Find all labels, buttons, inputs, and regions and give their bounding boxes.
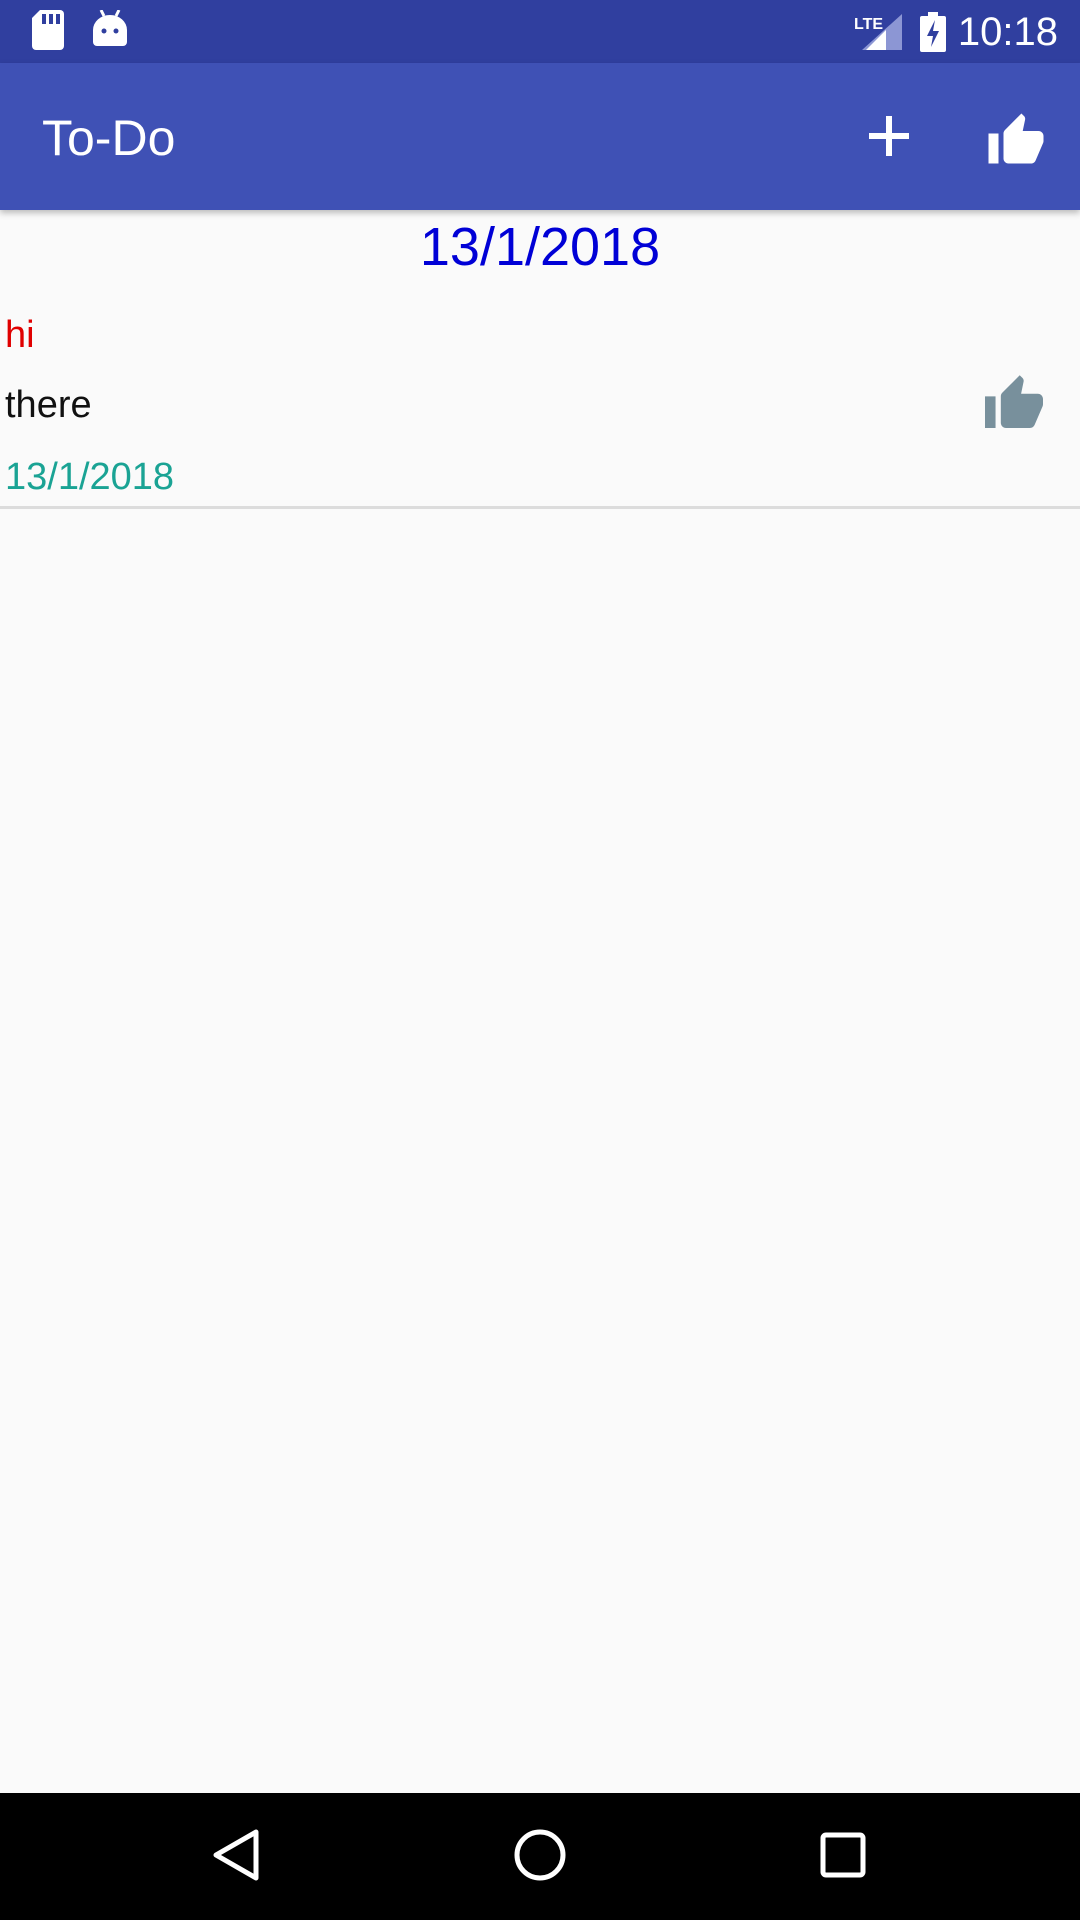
sd-card-icon	[32, 10, 64, 55]
app-bar: To-Do	[0, 63, 1080, 210]
navigation-bar	[0, 1793, 1080, 1920]
status-bar: LTE 10:18	[0, 0, 1080, 63]
recents-button[interactable]	[801, 1815, 885, 1899]
plus-icon	[869, 115, 909, 161]
android-icon	[93, 9, 127, 51]
home-icon	[513, 1828, 567, 1887]
add-button[interactable]	[841, 90, 937, 186]
home-button[interactable]	[498, 1815, 582, 1899]
app-title: To-Do	[42, 110, 176, 166]
thumbs-up-icon	[986, 108, 1046, 169]
back-icon	[212, 1828, 260, 1887]
item-date: 13/1/2018	[5, 456, 175, 498]
header-date: 13/1/2018	[419, 217, 661, 277]
like-button[interactable]	[968, 90, 1064, 186]
signal-icon	[862, 14, 902, 55]
status-time: 10:18	[957, 10, 1058, 54]
battery-charging-icon	[920, 12, 946, 57]
item-description: there	[5, 384, 92, 426]
back-button[interactable]	[194, 1815, 278, 1899]
list-item[interactable]: hi there 13/1/2018	[0, 305, 1080, 509]
item-title: hi	[5, 314, 35, 356]
recents-icon	[819, 1831, 867, 1884]
thumbs-up-icon[interactable]	[982, 370, 1052, 440]
